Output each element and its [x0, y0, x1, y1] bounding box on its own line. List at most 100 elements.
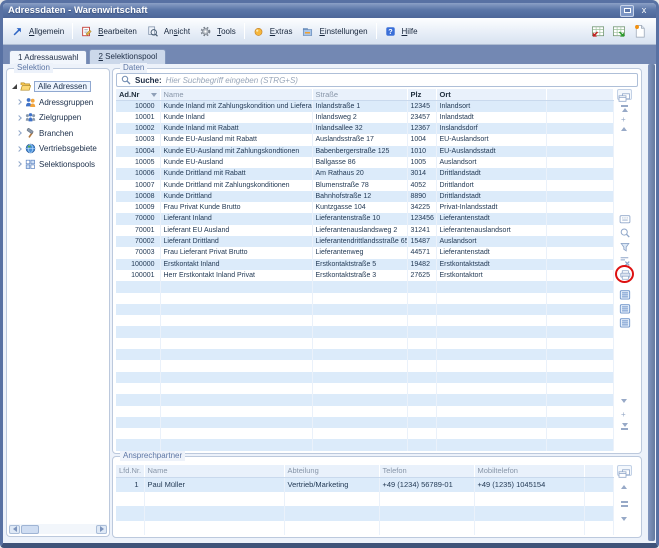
collapsed-arrow-icon[interactable] — [16, 115, 22, 121]
import-table-icon[interactable] — [611, 24, 627, 39]
list-icon[interactable] — [619, 303, 631, 315]
table-row[interactable]: 10001 Kunde Inland Inlandsweg 2 23457 In… — [116, 112, 614, 123]
expanded-arrow-icon[interactable] — [12, 84, 17, 89]
scroll-right-button[interactable] — [96, 525, 107, 534]
tree-item-branchen[interactable]: Branchen — [9, 126, 107, 142]
scroll-left-button[interactable] — [9, 525, 20, 534]
empty-row — [116, 293, 614, 304]
collapsed-arrow-icon[interactable] — [16, 99, 22, 105]
column-header-name[interactable]: Name — [160, 89, 312, 100]
list-icon[interactable] — [619, 289, 631, 301]
settings-icon — [302, 26, 313, 37]
close-button[interactable]: x — [637, 5, 651, 17]
tree-item-adressgruppen[interactable]: Adressgruppen — [9, 95, 107, 111]
column-chooser-icon — [618, 469, 631, 478]
scroll-up-button[interactable] — [621, 485, 627, 489]
scroll-page-up-button[interactable]: + — [621, 116, 626, 123]
table-row[interactable]: 70001 Lieferant EU Ausland Lieferantenau… — [116, 225, 614, 236]
empty-row — [116, 315, 614, 326]
column-header-telefon[interactable]: Telefon — [379, 465, 474, 477]
empty-row — [116, 326, 614, 337]
table-row[interactable]: 10005 Kunde EU-Ausland Ballgasse 86 1005… — [116, 157, 614, 168]
table-row[interactable]: 10002 Kunde Inland mit Rabatt Inlandsall… — [116, 123, 614, 134]
scroll-up-button[interactable] — [621, 127, 627, 131]
collapsed-arrow-icon[interactable] — [16, 146, 22, 152]
table-row[interactable]: 10009 Frau Privat Kunde Brutto Kuntzgass… — [116, 202, 614, 213]
tools-icon — [200, 26, 211, 37]
scrollbar-thumb[interactable] — [21, 525, 39, 534]
tree-item-alle-adressen[interactable]: Alle Adressen — [9, 79, 107, 95]
tree-item-selektionspools[interactable]: Selektionspools — [9, 157, 107, 173]
table-row[interactable]: 70003 Frau Lieferant Privat Brutto Liefe… — [116, 247, 614, 258]
horizontal-scrollbar[interactable] — [9, 524, 107, 534]
menu-bearbeiten[interactable]: Bearbeiten — [76, 23, 142, 40]
empty-row — [116, 506, 614, 521]
column-header-ort[interactable]: Ort — [436, 89, 546, 100]
grid-icon[interactable] — [619, 213, 631, 225]
menu-ansicht[interactable]: Ansicht — [142, 23, 195, 40]
menu-einstellungen[interactable]: Einstellungen — [297, 23, 372, 40]
content-area: Selektion Alle Adressen Adressgruppen Zi… — [3, 64, 656, 543]
column-chooser-button[interactable] — [617, 89, 632, 100]
empty-row — [116, 428, 614, 439]
search-input[interactable]: Suche: Hier Suchbegriff eingeben (STRG+S… — [116, 73, 638, 87]
table-row[interactable]: 10003 Kunde EU-Ausland mit Rabatt Auslan… — [116, 134, 614, 145]
contacts-table-header: Lfd.Nr. Name Abteilung Telefon Mobiltele… — [116, 465, 614, 477]
column-header-adnr[interactable]: Ad.Nr — [116, 89, 160, 100]
new-document-icon[interactable] — [632, 24, 648, 39]
contact-row[interactable]: 1 Paul Müller Vertrieb/Marketing +49 (12… — [116, 477, 614, 492]
column-header-name[interactable]: Name — [144, 465, 284, 477]
menu-extras[interactable]: Extras — [248, 23, 298, 40]
window-title: Adressdaten - Warenwirtschaft — [8, 5, 617, 16]
list-icon[interactable] — [619, 317, 631, 329]
filter-icon[interactable] — [619, 241, 631, 253]
ansprechpartner-panel: Ansprechpartner Lfd.Nr. Name Abteilung T… — [112, 456, 642, 538]
table-row[interactable]: 10004 Kunde EU-Ausland mit Zahlungskondt… — [116, 146, 614, 157]
search-icon[interactable] — [619, 227, 631, 239]
scroll-thumb[interactable] — [621, 500, 628, 508]
view-icon — [147, 26, 158, 37]
restore-button[interactable] — [620, 5, 634, 17]
menu-allgemein[interactable]: Allgemein — [7, 23, 69, 40]
table-row[interactable]: 10006 Kunde Drittland mit Rabatt Am Rath… — [116, 168, 614, 179]
column-header-abteilung[interactable]: Abteilung — [284, 465, 379, 477]
table-row[interactable]: 10007 Kunde Drittland mit Zahlungskondit… — [116, 180, 614, 191]
search-icon — [121, 75, 131, 85]
right-frame-bar — [648, 64, 655, 541]
column-header-strasse[interactable]: Straße — [312, 89, 407, 100]
open-folder-icon — [20, 81, 31, 92]
column-header-plz[interactable]: Plz — [407, 89, 436, 100]
tree-item-vertriebsgebiete[interactable]: Vertriebsgebiete — [9, 141, 107, 157]
menu-hilfe[interactable]: ? Hilfe — [380, 23, 423, 40]
empty-row — [116, 417, 614, 428]
collapsed-arrow-icon[interactable] — [16, 161, 22, 167]
scroll-to-top-button[interactable] — [621, 104, 628, 112]
menu-tools[interactable]: Tools — [195, 23, 241, 40]
column-chooser-button[interactable] — [617, 465, 632, 476]
toolbar-right — [590, 24, 652, 39]
table-row[interactable]: 10008 Kunde Drittland Bahnhofstraße 12 8… — [116, 191, 614, 202]
column-header-empty — [584, 465, 614, 477]
scroll-page-down-button[interactable]: + — [621, 411, 626, 418]
table-row[interactable]: 10000 Kunde Inland mit Zahlungskondition… — [116, 100, 614, 112]
column-header-lfdnr[interactable]: Lfd.Nr. — [116, 465, 144, 477]
tab-selektionspool[interactable]: 2 Selektionspool — [89, 49, 166, 64]
search-label: Suche: — [135, 76, 162, 85]
column-header-mobiltelefon[interactable]: Mobiltelefon — [474, 465, 584, 477]
selektion-group-label: Selektion — [14, 63, 53, 73]
selektion-panel: Selektion Alle Adressen Adressgruppen Zi… — [6, 68, 110, 537]
tree-item-zielgruppen[interactable]: Zielgruppen — [9, 110, 107, 126]
export-table-icon[interactable] — [590, 24, 606, 39]
table-row[interactable]: 70000 Lieferant Inland Lieferantenstraße… — [116, 213, 614, 224]
target-groups-icon — [25, 112, 36, 123]
address-table-header: Ad.Nr Name Straße Plz Ort — [116, 89, 614, 100]
table-row[interactable]: 100001 Herr Erstkontakt Inland Privat Er… — [116, 270, 614, 281]
scroll-down-button[interactable] — [621, 399, 627, 403]
table-row[interactable]: 70002 Lieferant Drittland Lieferantendri… — [116, 236, 614, 247]
scroll-to-bottom-button[interactable] — [621, 423, 628, 431]
table-row[interactable]: 100000 Erstkontakt Inland Erstkontaktstr… — [116, 259, 614, 270]
empty-row — [116, 406, 614, 417]
scroll-down-button[interactable] — [621, 517, 627, 521]
tree-root-label: Alle Adressen — [34, 81, 91, 92]
collapsed-arrow-icon[interactable] — [16, 130, 22, 136]
